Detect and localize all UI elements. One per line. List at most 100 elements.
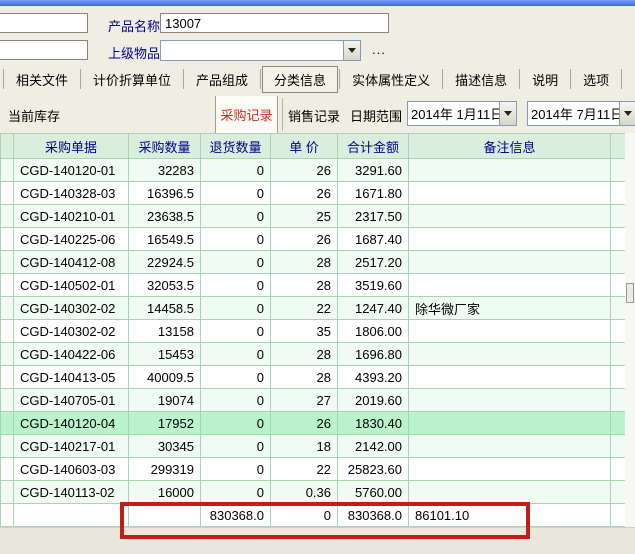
tab-item[interactable]: 实体属性定义 bbox=[341, 67, 441, 92]
tab-purchase-records[interactable]: 采购记录 bbox=[215, 96, 278, 133]
cell-doc[interactable]: CGD-140302-02 bbox=[14, 320, 129, 343]
table-row[interactable]: CGD-140603-0329931902225823.60 bbox=[1, 458, 626, 481]
cell-return[interactable]: 0 bbox=[201, 481, 271, 504]
product-code-input[interactable] bbox=[0, 13, 88, 33]
cell-remark[interactable] bbox=[409, 182, 611, 205]
parent-item-dropdown-button[interactable] bbox=[343, 41, 360, 60]
cell-doc[interactable]: CGD-140120-04 bbox=[14, 412, 129, 435]
date-to-combobox[interactable]: 2014年 7月11日 bbox=[527, 101, 635, 126]
scrollbar-thumb[interactable] bbox=[626, 283, 634, 303]
cell-qty[interactable]: 19074 bbox=[129, 389, 201, 412]
tab-item[interactable]: 相关文件 bbox=[5, 67, 79, 92]
row-selector[interactable] bbox=[1, 182, 14, 205]
cell-qty[interactable]: 30345 bbox=[129, 435, 201, 458]
table-row[interactable]: CGD-140412-0822924.50282517.20 bbox=[1, 251, 626, 274]
cell-return[interactable]: 0 bbox=[201, 274, 271, 297]
cell-return[interactable]: 0 bbox=[201, 182, 271, 205]
cell-return[interactable]: 0 bbox=[201, 297, 271, 320]
cell-remark[interactable] bbox=[409, 159, 611, 182]
cell-price[interactable]: 28 bbox=[271, 343, 338, 366]
cell-qty[interactable]: 17952 bbox=[129, 412, 201, 435]
row-selector[interactable] bbox=[1, 320, 14, 343]
cell-doc[interactable]: CGD-140210-01 bbox=[14, 205, 129, 228]
product-name-input[interactable] bbox=[160, 13, 389, 33]
table-row[interactable]: CGD-140120-04179520261830.40 bbox=[1, 412, 626, 435]
cell-return[interactable]: 0 bbox=[201, 343, 271, 366]
column-header-amount[interactable]: 合计金额 bbox=[338, 134, 409, 159]
cell-amount[interactable]: 1687.40 bbox=[338, 228, 409, 251]
cell-return[interactable]: 0 bbox=[201, 251, 271, 274]
cell-return[interactable]: 0 bbox=[201, 228, 271, 251]
cell-return[interactable]: 0 bbox=[201, 366, 271, 389]
cell-qty[interactable]: 40009.5 bbox=[129, 366, 201, 389]
cell-price[interactable]: 25 bbox=[271, 205, 338, 228]
cell-amount[interactable]: 1247.40 bbox=[338, 297, 409, 320]
cell-qty[interactable]: 23638.5 bbox=[129, 205, 201, 228]
cell-qty[interactable]: 15453 bbox=[129, 343, 201, 366]
cell-price[interactable]: 35 bbox=[271, 320, 338, 343]
cell-amount[interactable]: 25823.60 bbox=[338, 458, 409, 481]
cell-doc[interactable]: CGD-140413-05 bbox=[14, 366, 129, 389]
cell-remark[interactable] bbox=[409, 389, 611, 412]
cell-price[interactable]: 28 bbox=[271, 251, 338, 274]
cell-price[interactable]: 27 bbox=[271, 389, 338, 412]
cell-remark[interactable] bbox=[409, 320, 611, 343]
cell-qty[interactable]: 32283 bbox=[129, 159, 201, 182]
table-row[interactable]: CGD-140225-0616549.50261687.40 bbox=[1, 228, 626, 251]
tab-item[interactable]: 说明 bbox=[521, 67, 569, 92]
cell-amount[interactable]: 2317.50 bbox=[338, 205, 409, 228]
cell-doc[interactable]: CGD-140120-01 bbox=[14, 159, 129, 182]
cell-qty[interactable]: 16396.5 bbox=[129, 182, 201, 205]
row-selector[interactable] bbox=[1, 297, 14, 320]
cell-return[interactable]: 0 bbox=[201, 205, 271, 228]
cell-amount[interactable]: 1696.80 bbox=[338, 343, 409, 366]
tab-item[interactable]: 描述信息 bbox=[444, 67, 518, 92]
cell-remark[interactable] bbox=[409, 205, 611, 228]
cell-remark[interactable] bbox=[409, 366, 611, 389]
cell-qty[interactable]: 32053.5 bbox=[129, 274, 201, 297]
cell-amount[interactable]: 2142.00 bbox=[338, 435, 409, 458]
row-selector[interactable] bbox=[1, 159, 14, 182]
table-row[interactable]: CGD-140217-01303450182142.00 bbox=[1, 435, 626, 458]
column-header-doc[interactable]: 采购单据 bbox=[14, 134, 129, 159]
cell-price[interactable]: 22 bbox=[271, 297, 338, 320]
cell-price[interactable]: 26 bbox=[271, 182, 338, 205]
date-from-dropdown-button[interactable] bbox=[499, 102, 516, 125]
row-selector[interactable] bbox=[1, 343, 14, 366]
cell-return[interactable]: 0 bbox=[201, 458, 271, 481]
cell-amount[interactable]: 2019.60 bbox=[338, 389, 409, 412]
cell-doc[interactable]: CGD-140422-06 bbox=[14, 343, 129, 366]
table-row[interactable]: CGD-140302-02131580351806.00 bbox=[1, 320, 626, 343]
cell-return[interactable]: 0 bbox=[201, 435, 271, 458]
row-selector[interactable] bbox=[1, 366, 14, 389]
cell-amount[interactable]: 2517.20 bbox=[338, 251, 409, 274]
cell-qty[interactable]: 14458.5 bbox=[129, 297, 201, 320]
date-from-combobox[interactable]: 2014年 1月11日 bbox=[407, 101, 517, 126]
row-selector[interactable] bbox=[1, 251, 14, 274]
table-row[interactable]: CGD-140705-01190740272019.60 bbox=[1, 389, 626, 412]
cell-remark[interactable] bbox=[409, 343, 611, 366]
vertical-scrollbar[interactable] bbox=[625, 133, 635, 527]
row-selector[interactable] bbox=[1, 205, 14, 228]
cell-remark[interactable] bbox=[409, 274, 611, 297]
table-row[interactable]: CGD-140422-06154530281696.80 bbox=[1, 343, 626, 366]
cell-qty[interactable]: 299319 bbox=[129, 458, 201, 481]
cell-amount[interactable]: 5760.00 bbox=[338, 481, 409, 504]
date-to-dropdown-button[interactable] bbox=[619, 102, 635, 125]
column-header-qty[interactable]: 采购数量 bbox=[129, 134, 201, 159]
cell-doc[interactable]: CGD-140225-06 bbox=[14, 228, 129, 251]
cell-qty[interactable]: 16549.5 bbox=[129, 228, 201, 251]
cell-remark[interactable] bbox=[409, 251, 611, 274]
cell-qty[interactable]: 13158 bbox=[129, 320, 201, 343]
cell-remark[interactable] bbox=[409, 412, 611, 435]
column-header-remark[interactable]: 备注信息 bbox=[409, 134, 611, 159]
cell-remark[interactable] bbox=[409, 435, 611, 458]
row-selector[interactable] bbox=[1, 274, 14, 297]
cell-price[interactable]: 28 bbox=[271, 274, 338, 297]
cell-doc[interactable]: CGD-140302-02 bbox=[14, 297, 129, 320]
cell-amount[interactable]: 3519.60 bbox=[338, 274, 409, 297]
tab-item[interactable]: 产品组成 bbox=[185, 67, 259, 92]
row-selector[interactable] bbox=[1, 389, 14, 412]
table-row[interactable]: CGD-140120-01322830263291.60 bbox=[1, 159, 626, 182]
cell-price[interactable]: 26 bbox=[271, 412, 338, 435]
